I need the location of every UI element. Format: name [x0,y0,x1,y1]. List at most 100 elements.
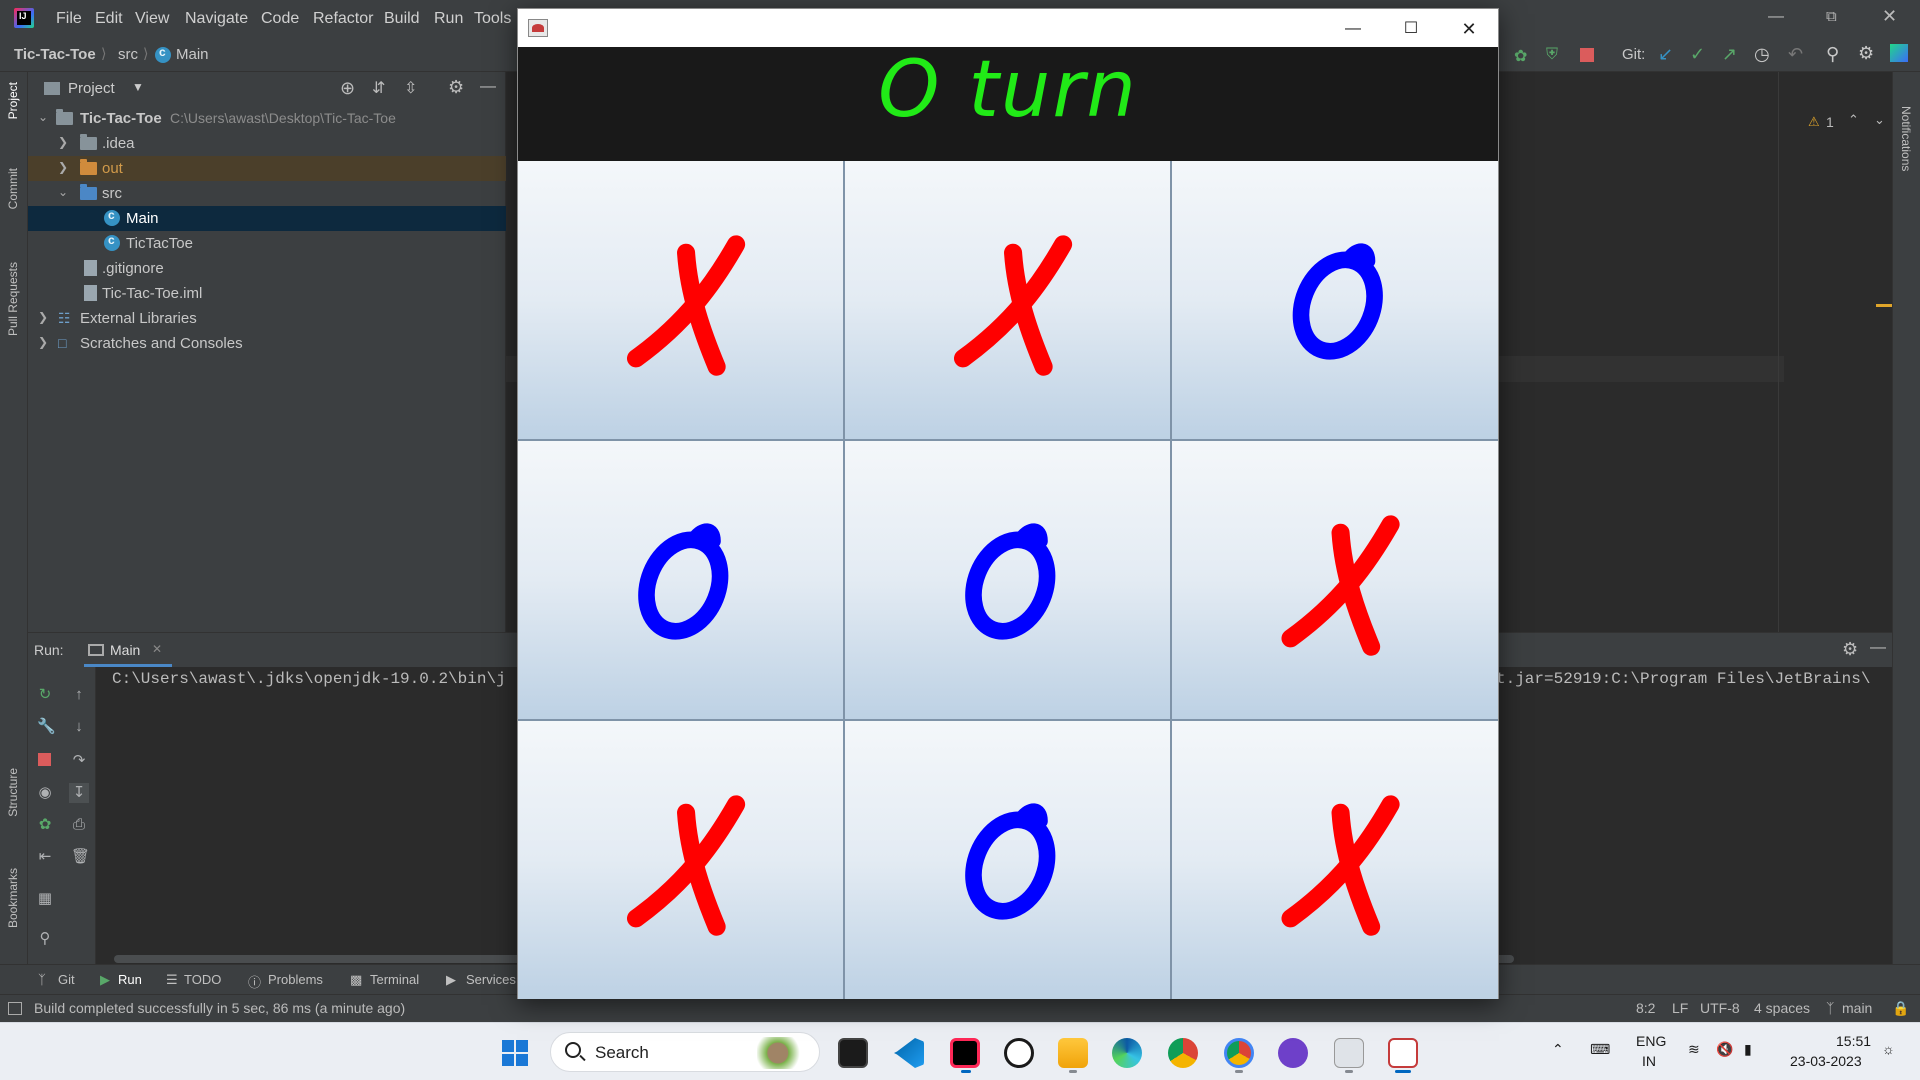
close-tab-icon[interactable]: ✕ [152,642,162,656]
show-hidden-icons-icon[interactable]: ⌃ [1552,1041,1564,1058]
line-separator[interactable]: LF [1672,1000,1688,1016]
terminal-app-icon[interactable] [838,1038,868,1068]
toggle-tool-windows-icon[interactable] [8,1002,22,1015]
coverage-icon[interactable]: ⛨ [1546,46,1564,64]
search-everywhere-icon[interactable]: ⚲ [1826,44,1844,64]
intellij-icon[interactable] [950,1038,980,1068]
debug-run-icon[interactable]: ✿ [37,817,53,833]
scroll-to-end-icon[interactable]: ↧ [69,783,89,803]
hide-run-panel-icon[interactable]: — [1870,639,1886,657]
pin-tab-icon[interactable]: ⚲ [37,931,53,947]
file-encoding[interactable]: UTF-8 [1700,1000,1740,1016]
run-settings-icon[interactable]: ⚙ [1842,639,1858,660]
print-icon[interactable]: ⎙ [71,817,87,833]
edge-browser-icon[interactable] [1112,1038,1142,1068]
tree-item-src[interactable]: ⌄ src [28,181,506,206]
board-cell[interactable] [845,441,1172,721]
modify-config-icon[interactable]: 🔧 [37,719,56,735]
notifications-icon[interactable]: ☼ [1882,1041,1895,1057]
lock-icon[interactable]: 🔒 [1892,1000,1909,1017]
tool-commit[interactable]: Commit [6,168,20,209]
dump-threads-icon[interactable]: ◉ [37,785,53,801]
tool-pull-requests[interactable]: Pull Requests [6,262,20,336]
menu-view[interactable]: View [135,10,169,28]
menu-run[interactable]: Run [434,10,463,28]
next-highlight-icon[interactable]: ⌄ [1874,112,1885,128]
indent-setting[interactable]: 4 spaces [1754,1000,1810,1016]
project-panel-title[interactable]: Project [68,80,115,97]
breadcrumb-file[interactable]: Main [176,46,209,63]
board-cell[interactable] [1172,161,1498,441]
collapsed-arrow-icon[interactable]: ❯ [58,135,68,149]
exit-icon[interactable]: ⇤ [37,849,53,865]
clock-time[interactable]: 15:51 [1836,1033,1871,1049]
tree-item-main[interactable]: Main [28,206,506,231]
tool-structure[interactable]: Structure [6,768,20,817]
ide-restore-icon[interactable]: ⧉ [1826,8,1837,25]
wifi-icon[interactable]: ≋ [1688,1041,1700,1058]
menu-build[interactable]: Build [384,10,420,28]
battery-icon[interactable]: ▮ [1744,1041,1752,1058]
soft-wrap-icon[interactable]: ↷ [71,753,87,769]
console-output-left[interactable]: C:\Users\awast\.jdks\openjdk-19.0.2\bin\… [112,670,506,688]
menu-tools[interactable]: Tools [474,10,511,28]
layout-icon[interactable]: ▦ [37,891,53,907]
expand-all-icon[interactable]: ⇵ [372,78,385,98]
board-cell[interactable] [845,721,1172,999]
file-explorer-icon[interactable] [1058,1038,1088,1068]
collapse-all-icon[interactable]: ⇳ [404,78,417,98]
run-tab-main[interactable]: Main [110,642,140,658]
chrome-profile-icon[interactable] [1224,1038,1254,1068]
tree-item-gitignore[interactable]: .gitignore [28,256,506,281]
vscode-icon[interactable] [894,1038,924,1068]
tooltab-terminal[interactable]: Terminal [370,972,419,987]
tree-item-iml[interactable]: Tic-Tac-Toe.iml [28,281,506,306]
snipping-tool-icon[interactable] [1388,1038,1418,1068]
board-cell[interactable] [518,721,845,999]
breadcrumb-folder[interactable]: src [118,46,138,63]
tooltab-run[interactable]: Run [118,972,142,987]
language-code[interactable]: ENG [1636,1033,1666,1049]
settings-gear-icon[interactable]: ⚙ [1858,43,1876,63]
window-title-bar[interactable]: — ☐ ✕ [518,9,1498,47]
board-cell[interactable] [1172,441,1498,721]
board-cell[interactable] [518,161,845,441]
board-cell[interactable] [518,441,845,721]
taskbar-search-box[interactable]: Search [550,1032,820,1072]
tree-item-scratches[interactable]: ❯ □ Scratches and Consoles [28,331,506,356]
git-rollback-icon[interactable]: ↶ [1788,44,1806,64]
maximize-window-icon[interactable]: ☐ [1388,17,1434,41]
app-circle-icon[interactable] [1004,1038,1034,1068]
warning-stripe-marker[interactable] [1876,304,1892,307]
locate-file-icon[interactable]: ⊕ [340,78,355,99]
toolbox-icon[interactable] [1890,44,1908,62]
java-app-icon[interactable] [1334,1038,1364,1068]
tool-bookmarks[interactable]: Bookmarks [6,868,20,928]
ide-close-icon[interactable]: ✕ [1882,6,1897,27]
rerun-icon[interactable]: ↻ [37,687,53,703]
breadcrumb-project[interactable]: Tic-Tac-Toe [14,46,96,63]
tooltab-todo[interactable]: TODO [184,972,221,987]
console-output-right[interactable]: t.jar=52919:C:\Program Files\JetBrains\ [1496,670,1870,688]
chevron-down-icon[interactable]: ▼ [132,80,144,94]
previous-highlight-icon[interactable]: ⌃ [1848,112,1859,128]
warning-icon[interactable]: ⚠ [1808,114,1820,130]
keyboard-icon[interactable]: ⌨ [1590,1041,1610,1058]
tooltab-problems[interactable]: Problems [268,972,323,987]
github-desktop-icon[interactable] [1278,1038,1308,1068]
caret-position[interactable]: 8:2 [1636,1000,1655,1016]
menu-code[interactable]: Code [261,10,299,28]
menu-navigate[interactable]: Navigate [185,10,248,28]
stop-icon[interactable] [1580,48,1594,62]
debug-icon[interactable]: ✿ [1514,46,1532,65]
tool-project[interactable]: Project [6,82,20,119]
tree-item-out[interactable]: ❯ out [28,156,506,181]
tool-notifications[interactable]: Notifications [1899,106,1913,171]
intellij-logo-icon[interactable] [14,8,34,28]
speaker-muted-icon[interactable]: 🔇 [1716,1041,1733,1058]
menu-file[interactable]: File [56,10,82,28]
chrome-icon[interactable] [1168,1038,1198,1068]
tree-item-project-root[interactable]: ⌄ Tic-Tac-Toe C:\Users\awast\Desktop\Tic… [28,106,506,131]
git-history-icon[interactable]: ◷ [1754,44,1772,64]
git-push-icon[interactable]: ↗ [1722,44,1740,64]
